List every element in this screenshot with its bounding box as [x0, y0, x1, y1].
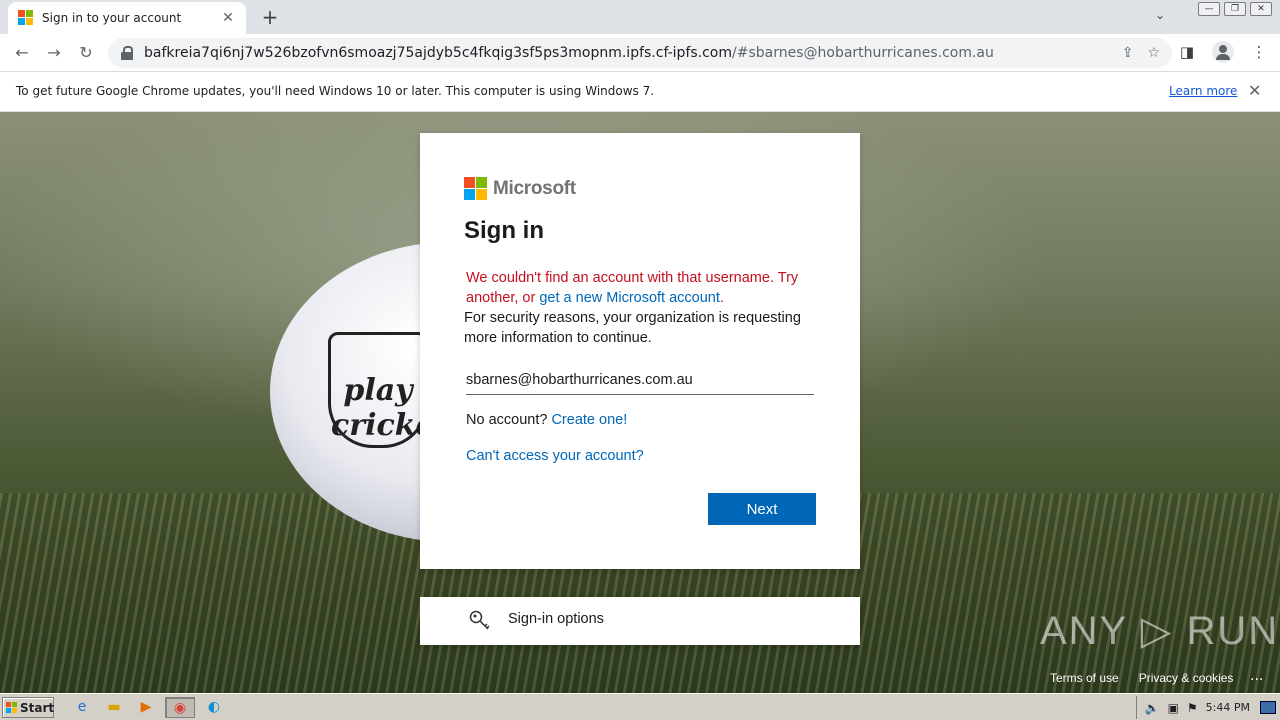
microsoft-logo: Microsoft [464, 177, 576, 200]
windows-flag-icon [6, 701, 17, 714]
infobar-message: To get future Google Chrome updates, you… [16, 84, 655, 98]
url-text: bafkreia7qi6nj7w526bzofvn6smoazj75ajdyb5… [144, 45, 994, 61]
system-tray: 🔈 ▣ ⚑ 5:44 PM [1135, 696, 1280, 719]
chrome-icon[interactable]: ◉ [165, 697, 195, 718]
browser-tab[interactable]: Sign in to your account ✕ [8, 2, 246, 34]
microsoft-squares-icon [464, 177, 487, 200]
start-button[interactable]: Start [2, 697, 54, 718]
edge-icon[interactable]: ◐ [202, 697, 226, 718]
address-bar[interactable]: bafkreia7qi6nj7w526bzofvn6smoazj75ajdyb5… [108, 38, 1172, 68]
reload-icon[interactable]: ↻ [74, 41, 98, 65]
signin-options-label: Sign-in options [508, 611, 604, 627]
back-arrow-icon[interactable]: ← [10, 41, 34, 65]
tab-strip: Sign in to your account ✕ + ⌄ — ❐ ✕ [0, 0, 1280, 34]
no-account-text: No account? Create one! [466, 412, 628, 428]
learn-more-link[interactable]: Learn more [1169, 84, 1237, 98]
menu-kebab-icon[interactable]: ⋮ [1248, 41, 1270, 63]
error-message: We couldn't find an account with that us… [466, 270, 799, 306]
tab-title: Sign in to your account [42, 11, 182, 25]
key-icon [469, 610, 490, 630]
new-tab-button[interactable]: + [258, 5, 282, 29]
show-desktop-icon[interactable] [1260, 701, 1276, 714]
forward-arrow-icon[interactable]: → [42, 41, 66, 65]
bookmark-star-icon[interactable]: ☆ [1147, 45, 1160, 61]
footer-more-icon[interactable]: ... [1250, 668, 1263, 684]
cant-access-link[interactable]: Can't access your account? [466, 448, 644, 464]
explorer-folder-icon[interactable]: ▬ [102, 697, 126, 718]
page-title: Sign in [464, 217, 544, 244]
side-panel-icon[interactable]: ◨ [1176, 41, 1198, 63]
share-icon[interactable]: ⇪ [1122, 45, 1134, 61]
signin-options-button[interactable]: Sign-in options [420, 597, 860, 645]
get-new-account-link[interactable]: get a new Microsoft account [539, 290, 720, 306]
ball-logo: play cricket [328, 332, 448, 448]
email-field[interactable] [466, 365, 814, 395]
microsoft-wordmark: Microsoft [493, 177, 576, 199]
update-infobar: To get future Google Chrome updates, you… [0, 72, 1280, 112]
clock[interactable]: 5:44 PM [1206, 701, 1250, 714]
privacy-link[interactable]: Privacy & cookies [1139, 671, 1234, 685]
microsoft-favicon-icon [18, 10, 34, 26]
media-player-icon[interactable]: ▶ [134, 697, 158, 718]
browser-toolbar: ← → ↻ bafkreia7qi6nj7w526bzofvn6smoazj75… [0, 34, 1280, 72]
terms-link[interactable]: Terms of use [1050, 671, 1119, 685]
next-button[interactable]: Next [708, 493, 816, 525]
restore-button[interactable]: ❐ [1224, 2, 1246, 16]
minimize-button[interactable]: — [1198, 2, 1220, 16]
footer-links: Terms of use Privacy & cookies [1050, 671, 1233, 685]
infobar-close-icon[interactable]: ✕ [1248, 81, 1261, 100]
create-account-link[interactable]: Create one! [551, 412, 627, 428]
tab-search-chevron-icon[interactable]: ⌄ [1150, 8, 1170, 28]
ie-icon[interactable]: e [70, 697, 94, 718]
window-controls: — ❐ ✕ [1198, 2, 1272, 16]
security-message: For security reasons, your organization … [464, 310, 801, 346]
profile-avatar-icon[interactable] [1212, 41, 1234, 63]
volume-icon[interactable]: 🔈 [1145, 701, 1160, 715]
tab-close-icon[interactable]: ✕ [220, 10, 236, 26]
lock-icon [120, 46, 134, 60]
network-icon[interactable]: ▣ [1168, 701, 1179, 715]
close-window-button[interactable]: ✕ [1250, 2, 1272, 16]
action-center-flag-icon[interactable]: ⚑ [1187, 701, 1198, 715]
anyrun-watermark: ANY ▷ RUN [1040, 609, 1280, 653]
signin-card: Microsoft Sign in We couldn't find an ac… [420, 133, 860, 569]
taskbar: Start e ▬ ▶ ◉ ◐ 🔈 ▣ ⚑ 5:44 PM [0, 693, 1280, 720]
